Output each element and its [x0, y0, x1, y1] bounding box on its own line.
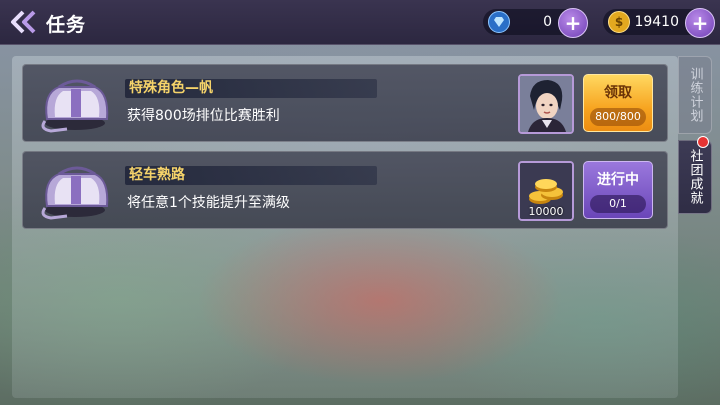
- task-row: 轻车熟路 将任意1个技能提升至满级 10000 进行中 0/1: [22, 151, 668, 229]
- diamond-counter: 0 +: [483, 8, 588, 38]
- bag-icon: [41, 166, 109, 220]
- task-name: 特殊角色—帆: [129, 80, 213, 96]
- character-portrait-icon: [520, 76, 572, 132]
- task-name: 轻车熟路: [129, 167, 185, 183]
- diamond-value: 0: [543, 14, 552, 30]
- claim-button-label: 领取: [604, 85, 632, 101]
- add-coin-button[interactable]: +: [685, 8, 715, 38]
- tab-club-achievements[interactable]: 社团成就: [678, 140, 712, 214]
- notification-badge: [697, 136, 709, 148]
- reward-count: 10000: [528, 205, 564, 218]
- task-row: 特殊角色—帆 获得800场排位比赛胜利 领取 800/800: [22, 64, 668, 142]
- bag-icon: [41, 79, 109, 133]
- claim-button[interactable]: 领取 800/800: [583, 74, 653, 132]
- tab-training-plan[interactable]: 训练计划: [678, 56, 712, 134]
- coin-counter: $ 19410 +: [603, 8, 715, 38]
- diamond-icon: [488, 11, 510, 33]
- in-progress-label: 进行中: [597, 172, 639, 188]
- back-button[interactable]: [6, 6, 40, 38]
- task-progress: 0/1: [590, 195, 646, 213]
- add-diamond-button[interactable]: +: [558, 8, 588, 38]
- in-progress-button[interactable]: 进行中 0/1: [583, 161, 653, 219]
- claim-progress: 800/800: [590, 108, 646, 126]
- task-description: 将任意1个技能提升至满级: [127, 195, 290, 211]
- reward-character-portrait[interactable]: [518, 74, 574, 134]
- reward-coins[interactable]: 10000: [518, 161, 574, 221]
- dollar-coin-icon: $: [608, 11, 630, 33]
- double-chevron-left-icon: [11, 10, 36, 34]
- task-description: 获得800场排位比赛胜利: [127, 108, 280, 124]
- coin-value: 19410: [634, 14, 679, 30]
- page-title: 任务: [46, 14, 87, 36]
- top-bar: 任务 0 + $ 19410 +: [0, 0, 720, 45]
